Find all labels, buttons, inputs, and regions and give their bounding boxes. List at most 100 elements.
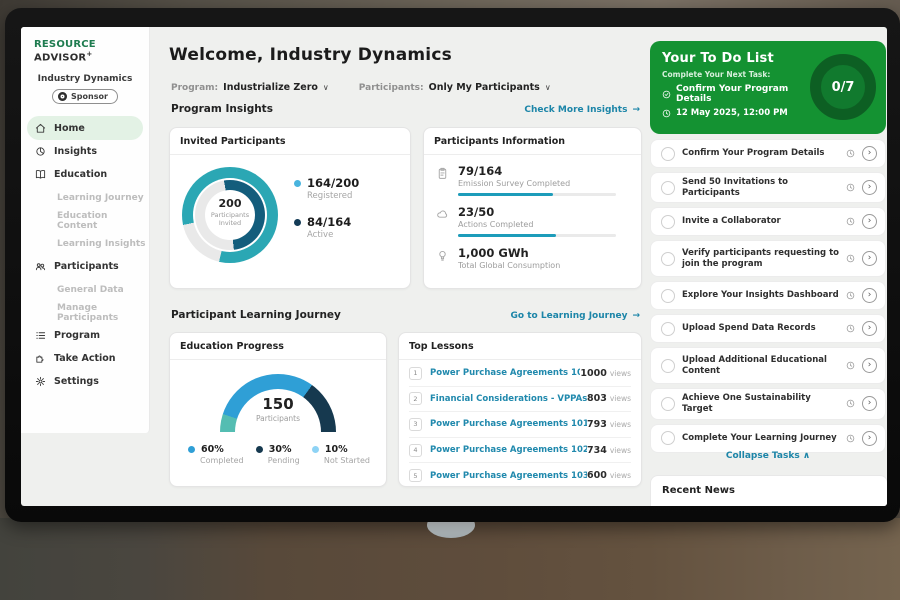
puzzle-icon <box>35 353 46 364</box>
emission-survey-progress <box>458 193 616 196</box>
sidebar-item-learning-journey[interactable]: Learning Journey <box>21 186 149 209</box>
actions-icon <box>436 208 449 221</box>
clock-icon <box>846 324 855 333</box>
completed-dot <box>188 446 195 453</box>
chevron-up-icon: ∧ <box>803 451 810 461</box>
program-select[interactable]: Program: Industrialize Zero ∨ <box>171 82 329 93</box>
consumption-stat: 1,000 GWh Total Global Consumption <box>436 246 629 270</box>
learning-journey-title: Participant Learning Journey <box>171 309 341 321</box>
task-checkbox[interactable] <box>661 431 675 445</box>
gauge-center-value: 150 <box>220 395 336 413</box>
task-checkbox[interactable] <box>661 215 675 229</box>
lesson-row: 5 Power Purchase Agreements 103 600 view… <box>409 463 631 488</box>
task-row[interactable]: Upload Additional Educational Content › <box>650 347 886 384</box>
clock-icon <box>662 109 671 118</box>
clock-icon <box>846 254 855 263</box>
task-checkbox[interactable] <box>661 359 675 373</box>
check-more-insights-link[interactable]: Check More Insights → <box>524 105 640 115</box>
invited-participants-card: Invited Participants 200 Participants In… <box>169 127 411 289</box>
sidebar-item-home[interactable]: Home <box>27 116 143 140</box>
task-row[interactable]: Explore Your Insights Dashboard › <box>650 281 886 310</box>
task-row[interactable]: Verify participants requesting to join t… <box>650 240 886 277</box>
clock-icon <box>846 149 855 158</box>
lesson-link[interactable]: Power Purchase Agreements 101 <box>430 419 587 429</box>
clock-icon <box>846 183 855 192</box>
lesson-row: 3 Power Purchase Agreements 101 793 view… <box>409 412 631 438</box>
clock-icon <box>846 217 855 226</box>
task-checkbox[interactable] <box>661 289 675 303</box>
sidebar: RESOURCE ADVISOR+ Industry Dynamics Spon… <box>21 27 150 433</box>
task-open-button[interactable]: › <box>862 146 877 161</box>
task-checkbox[interactable] <box>661 252 675 266</box>
home-icon <box>35 123 46 134</box>
participants-icon <box>35 261 46 272</box>
sidebar-item-learning-insights[interactable]: Learning Insights <box>21 232 149 255</box>
task-row[interactable]: Invite a Collaborator › <box>650 207 886 236</box>
sponsor-badge[interactable]: Sponsor <box>52 89 118 104</box>
emission-survey-stat: 79/164 Emission Survey Completed <box>436 164 629 196</box>
pending-dot <box>256 446 263 453</box>
sidebar-item-settings[interactable]: Settings <box>21 370 149 393</box>
page-title: Welcome, Industry Dynamics <box>169 45 452 65</box>
task-checkbox[interactable] <box>661 322 675 336</box>
participants-information-card: Participants Information 79/164 Emission… <box>423 127 642 289</box>
filters-row: Program: Industrialize Zero ∨ Participan… <box>171 82 551 93</box>
invited-center-value: 200 <box>200 197 260 210</box>
lesson-link[interactable]: Power Purchase Agreements 101 <box>430 368 580 378</box>
task-row[interactable]: Confirm Your Program Details › <box>650 139 886 168</box>
top-lessons-card: Top Lessons 1 Power Purchase Agreements … <box>398 332 642 487</box>
task-open-button[interactable]: › <box>862 214 877 229</box>
registered-dot <box>294 180 301 187</box>
chevron-down-icon: ∨ <box>323 83 329 92</box>
task-row[interactable]: Complete Your Learning Journey › <box>650 424 886 453</box>
task-checkbox[interactable] <box>661 181 675 195</box>
invited-center-label: Participants Invited <box>200 211 260 227</box>
sidebar-item-general-data[interactable]: General Data <box>21 278 149 301</box>
participants-select[interactable]: Participants: Only My Participants ∨ <box>359 82 551 93</box>
gauge-center-label: Participants <box>220 414 336 423</box>
task-row[interactable]: Send 50 Invitations to Participants › <box>650 172 886 203</box>
task-checkbox[interactable] <box>661 397 675 411</box>
task-checkbox[interactable] <box>661 147 675 161</box>
photo-backdrop: RESOURCE ADVISOR+ Industry Dynamics Spon… <box>0 0 900 600</box>
lesson-link[interactable]: Power Purchase Agreements 103 <box>430 471 587 481</box>
sidebar-item-education-content[interactable]: Education Content <box>21 209 149 232</box>
sidebar-item-participants[interactable]: Participants <box>21 255 149 278</box>
lesson-row: 1 Power Purchase Agreements 101 1000 vie… <box>409 361 631 387</box>
sidebar-item-education[interactable]: Education <box>21 163 149 186</box>
app-logo: RESOURCE ADVISOR+ <box>34 39 139 63</box>
go-to-learning-journey-link[interactable]: Go to Learning Journey → <box>511 311 640 321</box>
task-open-button[interactable]: › <box>862 251 877 266</box>
sidebar-nav: Home Insights Education Learning Journey… <box>21 116 149 393</box>
task-open-button[interactable]: › <box>862 396 877 411</box>
todo-due: 12 May 2025, 12:00 PM <box>662 108 812 118</box>
invited-participants-donut: 200 Participants Invited <box>182 167 278 263</box>
lesson-row: 2 Financial Considerations - VPPAs 803 v… <box>409 387 631 413</box>
top-lessons-list: 1 Power Purchase Agreements 101 1000 vie… <box>399 360 641 488</box>
sidebar-item-program[interactable]: Program <box>21 324 149 347</box>
todo-progress-ring: 0/7 <box>810 54 876 120</box>
task-open-button[interactable]: › <box>862 431 877 446</box>
lesson-link[interactable]: Financial Considerations - VPPAs <box>430 394 587 404</box>
sidebar-item-manage-participants[interactable]: Manage Participants <box>21 301 149 324</box>
task-row[interactable]: Upload Spend Data Records › <box>650 314 886 343</box>
sidebar-item-take-action[interactable]: Take Action <box>21 347 149 370</box>
lesson-link[interactable]: Power Purchase Agreements 102 <box>430 445 587 455</box>
task-open-button[interactable]: › <box>862 358 877 373</box>
task-open-button[interactable]: › <box>862 321 877 336</box>
invited-legend: 164/200 Registered 84/164 Active <box>294 176 359 254</box>
task-row[interactable]: Achieve One Sustainability Target › <box>650 388 886 419</box>
task-open-button[interactable]: › <box>862 180 877 195</box>
sidebar-item-insights[interactable]: Insights <box>21 140 149 163</box>
clock-icon <box>846 291 855 300</box>
arrow-right-icon: → <box>632 105 640 115</box>
dashboard-screen: RESOURCE ADVISOR+ Industry Dynamics Spon… <box>21 27 887 506</box>
clock-icon <box>846 399 855 408</box>
task-open-button[interactable]: › <box>862 288 877 303</box>
not-started-dot <box>312 446 319 453</box>
lesson-row: 4 Power Purchase Agreements 102 734 view… <box>409 438 631 464</box>
insights-icon <box>35 146 46 157</box>
program-insights-title: Program Insights <box>171 103 273 115</box>
education-progress-card: Education Progress 150 Participants 60% … <box>169 332 387 487</box>
collapse-tasks-link[interactable]: Collapse Tasks ∧ <box>650 451 886 461</box>
